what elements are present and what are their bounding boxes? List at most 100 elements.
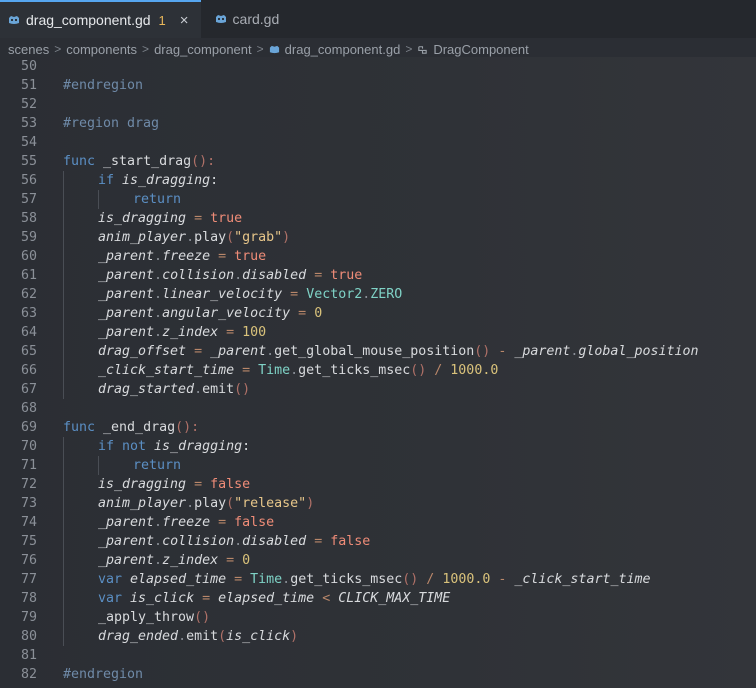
code-line[interactable]: 73 anim_player.play("release") xyxy=(0,494,756,513)
code-token: false xyxy=(330,534,371,549)
code-token: : xyxy=(210,173,219,188)
code-token: _parent xyxy=(98,534,155,549)
code-token: if xyxy=(98,173,123,188)
code-token: . xyxy=(266,344,275,359)
indent-guide xyxy=(63,323,64,342)
code-token: freeze xyxy=(162,249,211,264)
code-line[interactable]: 76 _parent.z_index = 0 xyxy=(0,551,756,570)
code-text: return xyxy=(133,456,181,475)
tab-drag-component[interactable]: drag_component.gd 1 × xyxy=(0,0,201,38)
code-text: _apply_throw() xyxy=(98,608,210,627)
code-line[interactable]: 61 _parent.collision.disabled = true xyxy=(0,266,756,285)
breadcrumb-item[interactable]: scenes xyxy=(8,42,49,57)
code-line[interactable]: 66 _click_start_time = Time.get_ticks_mse… xyxy=(0,361,756,380)
indent-guide xyxy=(63,627,64,646)
indent-guide xyxy=(63,361,64,380)
code-token: play xyxy=(194,496,227,511)
code-token: ( xyxy=(218,629,227,644)
code-line[interactable]: 82 #endregion xyxy=(0,665,756,684)
line-number: 59 xyxy=(20,230,37,245)
code-token: get_ticks_msec xyxy=(290,572,403,587)
code-token: = xyxy=(306,534,331,549)
code-line[interactable]: 64 _parent.z_index = 100 xyxy=(0,323,756,342)
code-line[interactable]: 78 var is_click = elapsed_time < CLICK_MA… xyxy=(0,589,756,608)
tab-bar: drag_component.gd 1 × card.gd xyxy=(0,0,756,39)
indent-guide xyxy=(63,532,64,551)
breadcrumb-item[interactable]: components xyxy=(66,42,137,57)
code-line[interactable]: 63 _parent.angular_velocity = 0 xyxy=(0,304,756,323)
code-text: #endregion xyxy=(63,76,143,95)
breadcrumb-item[interactable]: drag_component xyxy=(154,42,252,57)
code-line[interactable]: 54 xyxy=(0,133,756,152)
code-token: _parent xyxy=(98,306,155,321)
code-line[interactable]: 57 return xyxy=(0,190,756,209)
code-token: _parent xyxy=(98,268,155,283)
code-line[interactable]: 51 #endregion xyxy=(0,76,756,95)
code-line[interactable]: 62 _parent.linear_velocity = Vector2.ZERO xyxy=(0,285,756,304)
line-number: 77 xyxy=(20,572,37,587)
chevron-right-icon: > xyxy=(405,42,413,56)
code-token: z_index xyxy=(162,325,219,340)
tab-card[interactable]: card.gd xyxy=(201,0,292,38)
indent-guide xyxy=(63,437,64,456)
code-line[interactable]: 79 _apply_throw() xyxy=(0,608,756,627)
code-line[interactable]: 67 drag_started.emit() xyxy=(0,380,756,399)
code-line[interactable]: 60 _parent.freeze = true xyxy=(0,247,756,266)
code-text: _parent.z_index = 100 xyxy=(98,323,266,342)
code-token: . xyxy=(234,268,243,283)
line-number: 82 xyxy=(20,667,37,682)
code-token: #region drag xyxy=(63,116,160,131)
code-token: ZERO xyxy=(370,287,403,302)
code-text: _parent.collision.disabled = true xyxy=(98,266,362,285)
code-line[interactable]: 75 _parent.collision.disabled = false xyxy=(0,532,756,551)
tab-label: drag_component.gd xyxy=(26,12,151,28)
code-token: get_ticks_msec xyxy=(298,363,411,378)
code-editor[interactable]: 50 51 #endregion 52 53 #region drag 54 55 func _… xyxy=(0,57,756,688)
code-token: = xyxy=(234,363,259,378)
code-token: is_dragging xyxy=(98,477,187,492)
code-token: true xyxy=(234,249,267,264)
indent-guide xyxy=(63,209,64,228)
code-line[interactable]: 71 return xyxy=(0,456,756,475)
indent-guide xyxy=(63,475,64,494)
code-line[interactable]: 56 if is_dragging: xyxy=(0,171,756,190)
code-token: _parent xyxy=(98,553,155,568)
code-line[interactable]: 72 is_dragging = false xyxy=(0,475,756,494)
close-icon[interactable]: × xyxy=(180,12,189,29)
code-line[interactable]: 80 drag_ended.emit(is_click) xyxy=(0,627,756,646)
code-line[interactable]: 74 _parent.freeze = false xyxy=(0,513,756,532)
line-number: 52 xyxy=(20,97,37,112)
code-text: anim_player.play("release") xyxy=(98,494,314,513)
code-token: ) xyxy=(306,496,315,511)
code-line[interactable]: 65 drag_offset = _parent.get_global_mouse… xyxy=(0,342,756,361)
code-line[interactable]: 59 anim_player.play("grab") xyxy=(0,228,756,247)
code-token: elapsed_time xyxy=(130,572,227,587)
line-number: 62 xyxy=(20,287,37,302)
code-line[interactable]: 69 func _end_drag(): xyxy=(0,418,756,437)
indent-guide xyxy=(63,494,64,513)
code-line[interactable]: 52 xyxy=(0,95,756,114)
code-line[interactable]: 53 #region drag xyxy=(0,114,756,133)
code-text: _parent.freeze = true xyxy=(98,247,266,266)
code-token: angular_velocity xyxy=(162,306,291,321)
breadcrumb-item[interactable]: drag_component.gd xyxy=(285,42,401,57)
indent-guide xyxy=(63,513,64,532)
code-line[interactable]: 70 if not is_dragging: xyxy=(0,437,756,456)
code-token: < xyxy=(314,591,339,606)
indent-guide xyxy=(63,266,64,285)
code-line[interactable]: 55 func _start_drag(): xyxy=(0,152,756,171)
line-number: 58 xyxy=(20,211,37,226)
code-token: 100 xyxy=(242,325,267,340)
code-token: = xyxy=(186,211,211,226)
code-line[interactable]: 50 xyxy=(0,57,756,76)
code-token: - xyxy=(490,572,515,587)
code-line[interactable]: 77 var elapsed_time = Time.get_ticks_msec… xyxy=(0,570,756,589)
code-line[interactable]: 68 xyxy=(0,399,756,418)
code-text: is_dragging = true xyxy=(98,209,242,228)
code-line[interactable]: 58 is_dragging = true xyxy=(0,209,756,228)
code-line[interactable]: 81 xyxy=(0,646,756,665)
breadcrumb-item[interactable]: DragComponent xyxy=(433,42,528,57)
code-token: = xyxy=(290,306,315,321)
code-token: _click_start_time xyxy=(514,572,651,587)
code-token: . xyxy=(290,363,299,378)
